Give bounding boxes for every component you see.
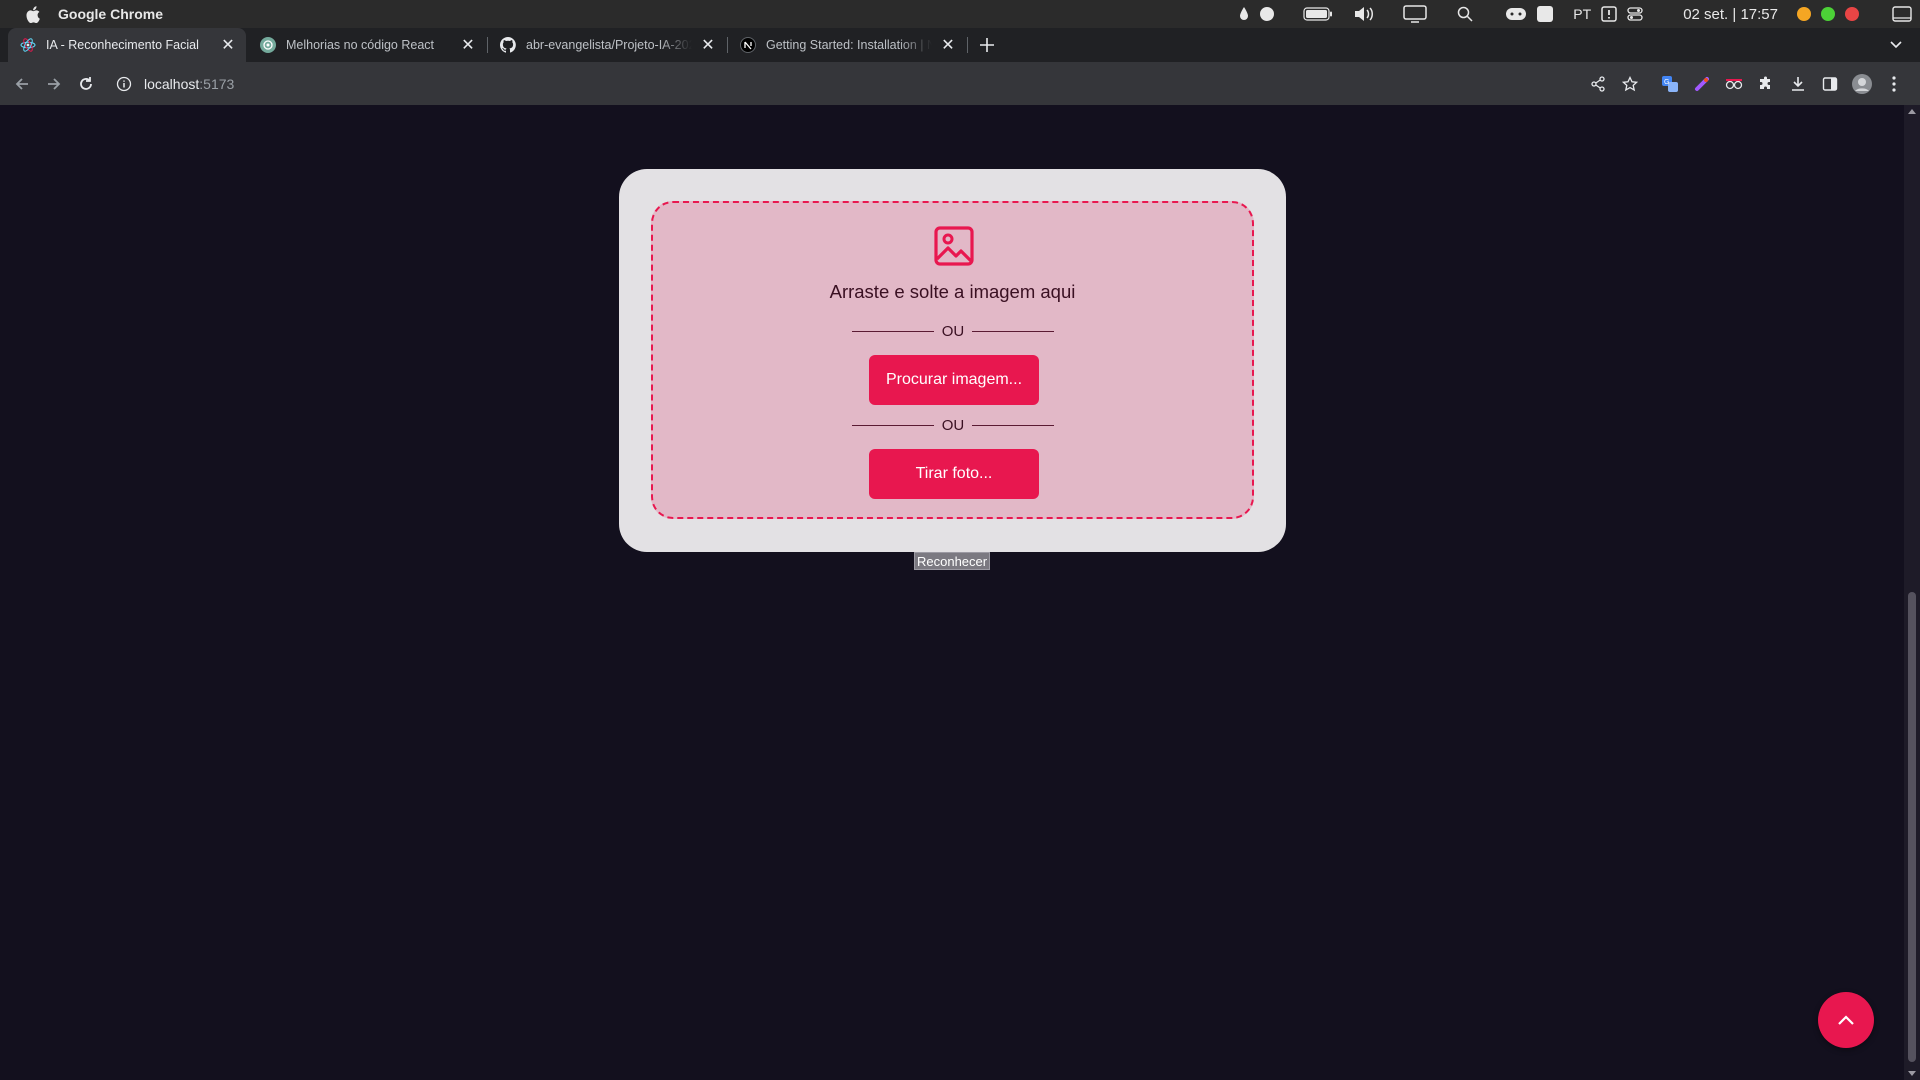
or-divider: OU	[852, 321, 1054, 341]
input-language[interactable]: PT	[1573, 6, 1591, 22]
chevron-down-icon	[1890, 41, 1902, 49]
close-tab-icon[interactable]: ✕	[940, 37, 956, 54]
chevron-up-icon	[1838, 1015, 1854, 1025]
nextjs-icon	[740, 37, 756, 53]
control-center-icon[interactable]	[1627, 0, 1643, 28]
reload-button[interactable]	[74, 72, 98, 96]
tab-separator	[967, 37, 968, 53]
info-box-icon[interactable]	[1601, 0, 1617, 28]
menubar-clock[interactable]: 02 set. | 17:57	[1683, 6, 1778, 23]
scrollbar-thumb[interactable]	[1908, 592, 1916, 1062]
color-extension-icon[interactable]	[1686, 68, 1718, 100]
display-icon[interactable]	[1403, 0, 1428, 28]
arrow-left-icon	[15, 77, 28, 90]
svg-text:G: G	[1664, 79, 1669, 86]
tab-search-button[interactable]	[1886, 28, 1906, 62]
back-button[interactable]	[10, 72, 34, 96]
square-app-icon[interactable]	[1537, 0, 1554, 28]
tab-title: Melhorias no código React	[286, 38, 434, 52]
macos-menubar: Google Chrome PT 02 set. | 17:57	[0, 0, 1920, 28]
translate-extension-icon[interactable]: G	[1654, 68, 1686, 100]
or-divider: OU	[852, 415, 1054, 435]
drop-icon[interactable]	[1239, 0, 1249, 28]
image-dropzone[interactable]: Arraste e solte a imagem aqui OU Procura…	[651, 201, 1254, 519]
reload-icon	[80, 76, 92, 90]
divider-line	[972, 330, 1054, 332]
close-tab-icon[interactable]: ✕	[460, 37, 476, 54]
tab-title: IA - Reconhecimento Facial	[46, 38, 199, 52]
close-tab-icon[interactable]: ✕	[220, 37, 236, 54]
url-host: localhost	[144, 75, 200, 92]
divider-line	[852, 330, 934, 332]
browse-image-button[interactable]: Procurar imagem...	[869, 355, 1039, 405]
image-icon	[934, 226, 974, 266]
tab-reconhecimento-facial[interactable]: IA - Reconhecimento Facial ✕	[8, 28, 246, 62]
record-icon[interactable]	[1259, 0, 1275, 28]
forward-button[interactable]	[42, 72, 66, 96]
gamepad-icon[interactable]	[1505, 0, 1527, 28]
take-photo-button[interactable]: Tirar foto...	[869, 449, 1039, 499]
toolbar-actions: G	[1582, 62, 1910, 105]
scroll-up-arrow-icon[interactable]	[1908, 109, 1916, 114]
address-bar[interactable]: localhost:5173	[108, 68, 1588, 99]
site-info-icon[interactable]	[116, 76, 132, 92]
url-text: localhost:5173	[144, 76, 234, 92]
bookmark-star-icon[interactable]	[1614, 68, 1646, 100]
page-viewport: Arraste e solte a imagem aqui OU Procura…	[0, 105, 1904, 1080]
url-port: :5173	[199, 75, 235, 92]
sidebar-window-icon[interactable]	[1892, 0, 1912, 28]
arrow-right-icon	[48, 77, 61, 90]
active-app-name[interactable]: Google Chrome	[58, 6, 163, 22]
plus-icon	[980, 38, 994, 52]
tab-title: abr-evangelista/Projeto-IA-2023	[526, 38, 692, 52]
extensions-puzzle-icon[interactable]	[1750, 68, 1782, 100]
chrome-menu-icon[interactable]	[1878, 68, 1910, 100]
scroll-to-top-button[interactable]	[1818, 992, 1874, 1048]
divider-line	[852, 424, 934, 426]
profile-avatar-icon[interactable]	[1846, 68, 1878, 100]
spotlight-search-icon[interactable]	[1457, 0, 1473, 28]
share-icon[interactable]	[1582, 68, 1614, 100]
dropzone-title: Arraste e solte a imagem aqui	[829, 281, 1076, 302]
divider-line	[972, 424, 1054, 426]
tab-strip: IA - Reconhecimento Facial ✕ Melhorias n…	[0, 28, 1920, 62]
browser-toolbar: localhost:5173 G	[0, 62, 1920, 105]
minimize-window-button[interactable]	[1797, 7, 1811, 21]
or-label: OU	[941, 416, 965, 434]
github-icon	[500, 37, 516, 53]
tab-nextjs-installation[interactable]: Getting Started: Installation | Next.js …	[728, 28, 966, 62]
battery-icon[interactable]	[1303, 0, 1333, 28]
close-tab-icon[interactable]: ✕	[700, 37, 716, 54]
download-icon[interactable]	[1782, 68, 1814, 100]
tab-melhorias-react[interactable]: Melhorias no código React ✕	[248, 28, 486, 62]
apple-menu-icon[interactable]	[24, 5, 42, 23]
volume-icon[interactable]	[1353, 0, 1375, 28]
zoom-window-button[interactable]	[1821, 7, 1835, 21]
react-icon	[20, 37, 36, 53]
recognize-button[interactable]: Reconhecer	[914, 552, 991, 570]
glasses-extension-icon[interactable]	[1718, 68, 1750, 100]
new-tab-button[interactable]	[976, 28, 998, 62]
openai-icon	[260, 37, 276, 53]
status-area: PT 02 set. | 17:57	[1229, 0, 1920, 28]
tab-github-projeto[interactable]: abr-evangelista/Projeto-IA-2023 ✕	[488, 28, 726, 62]
page-scrollbar[interactable]	[1904, 105, 1920, 1080]
or-label: OU	[941, 322, 965, 340]
tab-title: Getting Started: Installation | Next.js	[766, 38, 932, 52]
upload-card: Arraste e solte a imagem aqui OU Procura…	[619, 169, 1286, 552]
scroll-down-arrow-icon[interactable]	[1908, 1071, 1916, 1076]
side-panel-icon[interactable]	[1814, 68, 1846, 100]
window-controls	[1792, 7, 1864, 21]
close-window-button[interactable]	[1845, 7, 1859, 21]
